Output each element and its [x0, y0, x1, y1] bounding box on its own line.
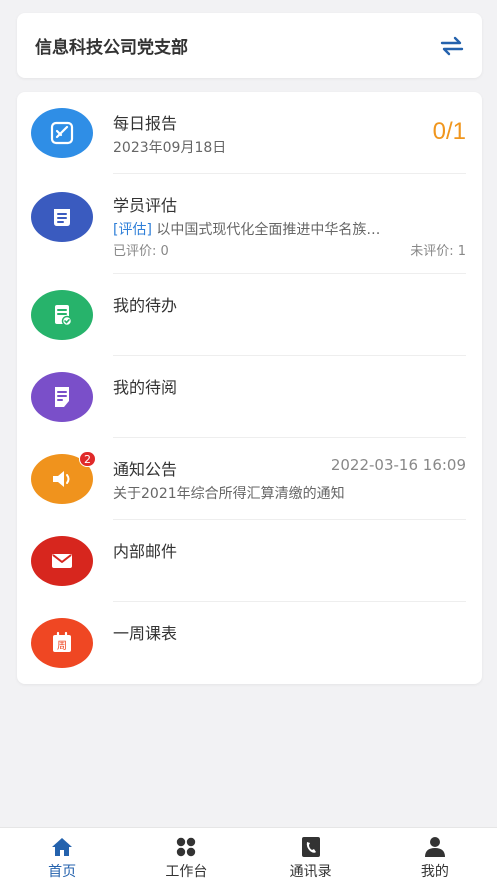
item-title: 一周课表	[113, 624, 178, 643]
calendar-icon: 周	[31, 618, 93, 668]
not-evaluated-count: 未评价: 1	[410, 244, 466, 259]
announcement-desc: 关于2021年综合所得汇算清缴的通知	[113, 486, 345, 502]
item-title: 学员评估	[113, 196, 178, 215]
evaluation-icon	[31, 192, 93, 242]
internal-mail-item[interactable]: 内部邮件	[31, 520, 466, 602]
evaluation-tag: [评估]	[113, 222, 152, 238]
bottom-tab-bar: 首页 工作台 通讯录 我的	[0, 827, 497, 883]
mail-icon	[31, 536, 93, 586]
tab-label: 我的	[420, 864, 449, 880]
my-todo-item[interactable]: 我的待办	[31, 274, 466, 356]
calendar-glyph: 周	[57, 640, 67, 652]
announcement-icon: 2	[31, 451, 96, 504]
workbench-icon	[174, 836, 198, 858]
report-count: 0/1	[432, 118, 466, 145]
org-header: 信息科技公司党支部	[17, 13, 482, 78]
daily-report-item[interactable]: 每日报告 2023年09月18日 0/1	[31, 92, 466, 174]
report-date: 2023年09月18日	[113, 140, 227, 156]
tab-workbench[interactable]: 工作台	[124, 828, 248, 883]
unread-badge: 2	[79, 451, 96, 467]
switch-org-icon[interactable]	[438, 32, 466, 60]
todo-icon	[31, 290, 93, 340]
to-read-icon	[31, 372, 93, 422]
announcement-item[interactable]: 2 通知公告 2022-03-16 16:09 关于2021年综合所得汇算清缴的…	[31, 438, 466, 520]
item-title: 通知公告	[113, 460, 178, 479]
tab-label: 工作台	[165, 864, 208, 880]
item-title: 内部邮件	[113, 542, 178, 561]
evaluated-count: 已评价: 0	[113, 244, 169, 259]
contacts-icon	[299, 836, 323, 858]
profile-icon	[423, 836, 447, 858]
tab-label: 首页	[48, 864, 77, 880]
org-name: 信息科技公司党支部	[35, 38, 188, 58]
my-to-read-item[interactable]: 我的待阅	[31, 356, 466, 438]
item-title: 我的待办	[113, 296, 178, 315]
tab-contacts[interactable]: 通讯录	[249, 828, 373, 883]
weekly-schedule-item[interactable]: 周 一周课表	[31, 602, 466, 684]
announcement-time: 2022-03-16 16:09	[330, 456, 466, 474]
feature-list: 每日报告 2023年09月18日 0/1 学员评估 [评估] 以中国式现代化全面…	[17, 92, 482, 684]
report-icon	[31, 108, 93, 158]
item-title: 每日报告	[113, 114, 178, 133]
evaluation-desc: [评估] 以中国式现代化全面推进中华名族…	[113, 219, 380, 239]
tab-profile[interactable]: 我的	[373, 828, 497, 883]
evaluation-desc-text: 以中国式现代化全面推进中华名族…	[156, 222, 381, 238]
item-title: 我的待阅	[113, 378, 178, 397]
student-evaluation-item[interactable]: 学员评估 [评估] 以中国式现代化全面推进中华名族… 已评价: 0 未评价: 1	[31, 174, 466, 274]
tab-label: 通讯录	[289, 864, 332, 880]
home-icon	[50, 836, 74, 858]
tab-home[interactable]: 首页	[0, 828, 124, 883]
